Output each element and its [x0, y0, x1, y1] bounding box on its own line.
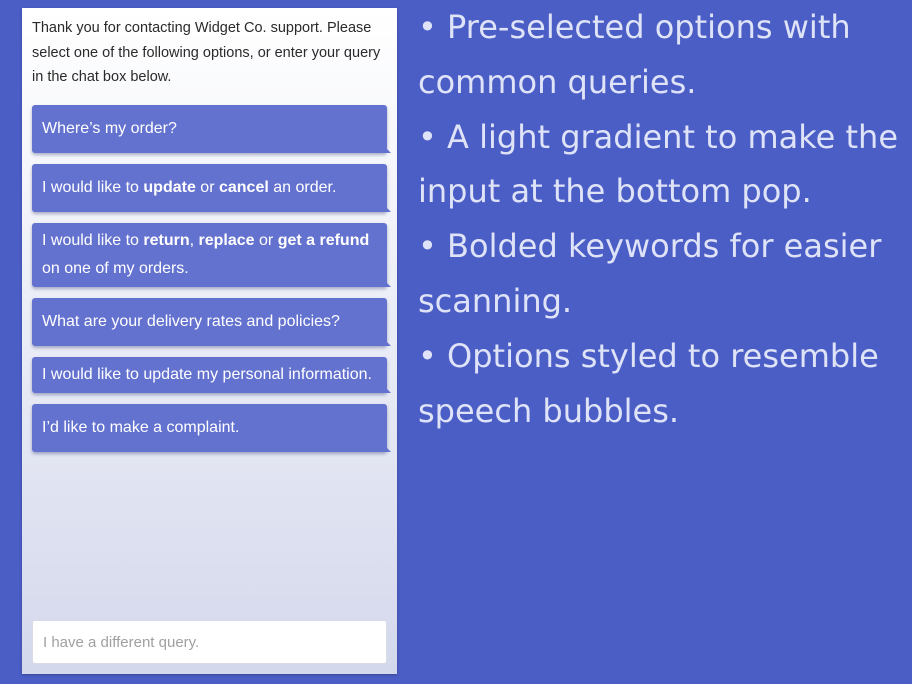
- option-keyword: return: [143, 232, 190, 249]
- bullet-item: • A light gradient to make the input at …: [418, 117, 899, 211]
- option-text: ,: [189, 232, 199, 249]
- intro-message: Thank you for contacting Widget Co. supp…: [32, 20, 381, 85]
- option-text: I would like to update my personal infor…: [42, 366, 372, 383]
- option-update-or-cancel-order[interactable]: I would like to update or cancel an orde…: [32, 164, 391, 212]
- bullet-item: • Options styled to resemble speech bubb…: [418, 336, 879, 430]
- option-text: I would like to: [42, 179, 144, 196]
- option-update-personal-info[interactable]: I would like to update my personal infor…: [32, 357, 391, 393]
- feature-bullet-list: • Pre-selected options with common queri…: [418, 0, 908, 438]
- option-text: I would like to: [42, 232, 144, 249]
- option-keyword: replace: [198, 232, 255, 249]
- option-text: an order.: [268, 179, 337, 196]
- option-keyword: update: [143, 179, 196, 196]
- option-text: Where’s my order?: [42, 120, 177, 137]
- option-text: on one of my orders.: [42, 260, 189, 277]
- option-keyword: cancel: [218, 179, 269, 196]
- option-text: or: [195, 179, 219, 196]
- option-where-is-my-order[interactable]: Where’s my order?: [32, 105, 391, 153]
- quick-reply-options: Where’s my order? I would like to update…: [32, 105, 392, 463]
- query-input[interactable]: [32, 620, 387, 664]
- bullet-item: • Bolded keywords for easier scanning.: [418, 227, 882, 320]
- option-text: I’d like to make a complaint.: [42, 419, 240, 436]
- option-delivery-rates[interactable]: What are your delivery rates and policie…: [32, 298, 391, 346]
- option-keyword: get a refund: [277, 232, 370, 249]
- option-text: or: [254, 232, 278, 249]
- option-text: What are your delivery rates and policie…: [42, 313, 340, 330]
- chat-panel: Thank you for contacting Widget Co. supp…: [22, 8, 397, 674]
- option-make-complaint[interactable]: I’d like to make a complaint.: [32, 404, 391, 452]
- bullet-item: • Pre-selected options with common queri…: [418, 8, 851, 101]
- option-return-replace-refund[interactable]: I would like to return, replace or get a…: [32, 223, 391, 287]
